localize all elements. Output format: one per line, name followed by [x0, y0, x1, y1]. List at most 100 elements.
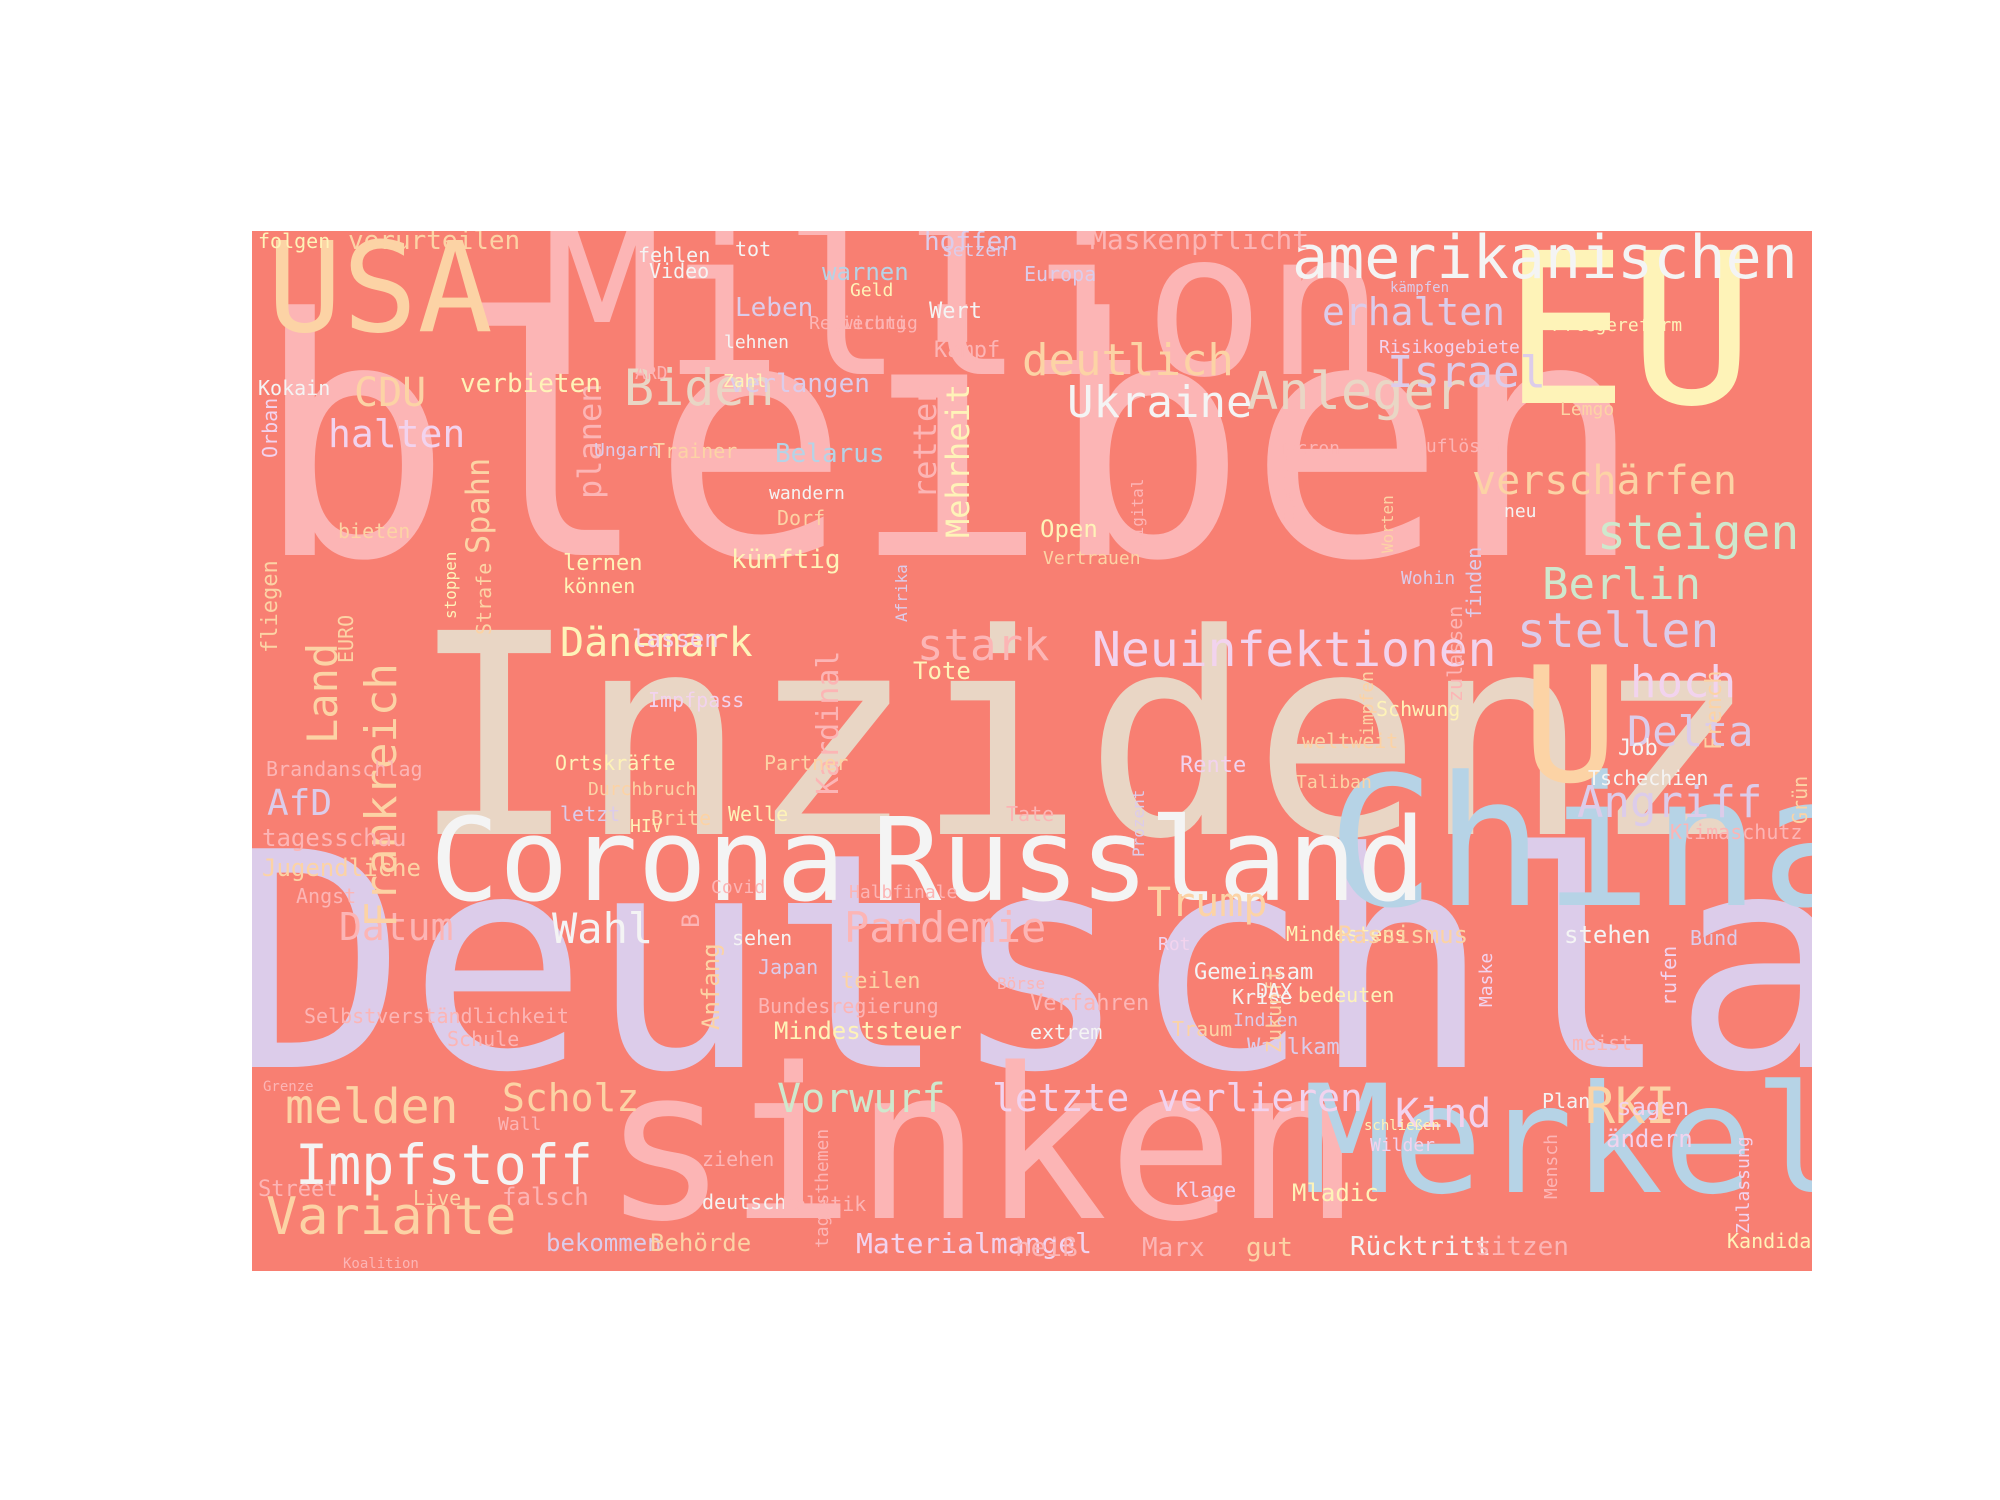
- cloud-word: tot: [735, 237, 772, 261]
- cloud-word: Worten: [1378, 494, 1397, 553]
- cloud-word: Welle: [728, 802, 789, 826]
- cloud-word: Street: [258, 1177, 338, 1202]
- cloud-word: wandern: [769, 483, 845, 504]
- cloud-word: künftig: [731, 545, 841, 575]
- cloud-word: folgen: [258, 231, 331, 253]
- cloud-word: bieten: [338, 519, 411, 543]
- cloud-word: Macron: [1275, 438, 1341, 459]
- cloud-word: Rot: [1158, 934, 1191, 955]
- cloud-word: Behörde: [650, 1229, 752, 1257]
- cloud-word: Orban: [258, 397, 282, 458]
- cloud-word: Neuinfektionen: [1092, 622, 1497, 678]
- cloud-word: Rassismus: [1338, 921, 1469, 949]
- cloud-word: Berlin: [1542, 559, 1701, 610]
- cloud-word: tagesschau: [262, 824, 407, 852]
- cloud-word: Mensch: [1541, 1133, 1562, 1199]
- cloud-word: Frankreich: [356, 663, 407, 928]
- cloud-word: Regierung: [809, 313, 907, 334]
- cloud-word: können: [563, 574, 636, 598]
- cloud-word: Wall: [498, 1114, 542, 1135]
- cloud-word: Europa: [1024, 262, 1097, 286]
- cloud-word: Vertrauen: [1043, 548, 1141, 569]
- cloud-word: stehen: [1564, 921, 1651, 949]
- cloud-word: rufen: [1657, 945, 1681, 1006]
- cloud-word: Tschechien: [1588, 766, 1709, 790]
- cloud-word: steigen: [1597, 505, 1800, 561]
- cloud-word: verurteilen: [348, 231, 521, 256]
- cloud-word: Jugendliche: [262, 854, 421, 882]
- cloud-word: impfen: [1357, 670, 1378, 736]
- cloud-word: Verfahren: [1030, 991, 1150, 1016]
- cloud-word: Geld: [850, 280, 894, 301]
- cloud-word: Dorf: [777, 506, 826, 530]
- cloud-word: zulassen: [1443, 605, 1467, 702]
- cloud-word: letzt: [560, 802, 621, 826]
- cloud-word: setzen: [942, 240, 1008, 261]
- cloud-word: neu: [1504, 501, 1537, 522]
- cloud-word: Prozent: [1129, 789, 1148, 858]
- cloud-word: Kampf: [934, 338, 1001, 363]
- cloud-word: lernen: [563, 551, 643, 576]
- cloud-word: verbieten: [460, 369, 601, 399]
- cloud-word: Anfang: [697, 943, 725, 1031]
- cloud-word: Ortskräfte: [555, 751, 676, 775]
- cloud-word: Zahl: [723, 371, 767, 392]
- cloud-word: CDU: [354, 370, 427, 416]
- cloud-word: Maskenpflicht: [1090, 231, 1310, 256]
- cloud-word: meist: [1572, 1031, 1633, 1055]
- cloud-word: lehnen: [724, 332, 790, 353]
- cloud-word: extrem: [1030, 1020, 1103, 1044]
- cloud-word: Ukraine: [1067, 377, 1253, 428]
- cloud-word: sagen: [1617, 1093, 1690, 1121]
- cloud-word: halten: [328, 412, 466, 456]
- cloud-word: Mladic: [1292, 1179, 1379, 1207]
- cloud-word: digital: [1128, 478, 1147, 547]
- cloud-word: erhalten: [1322, 290, 1506, 334]
- cloud-word: AfD: [267, 783, 333, 824]
- cloud-word: Gemeinsam: [1194, 960, 1314, 985]
- cloud-word: retten: [906, 383, 944, 500]
- cloud-word: Italien: [1280, 453, 1299, 522]
- cloud-word: Wert: [929, 299, 982, 324]
- cloud-word: Taliban: [1296, 772, 1372, 793]
- cloud-word: Ungarn: [594, 440, 660, 461]
- cloud-word: Rücktritt: [1350, 1232, 1491, 1262]
- cloud-word: Angst: [296, 884, 357, 908]
- cloud-word: Klage: [1176, 1178, 1237, 1202]
- cloud-word: Scholz: [502, 1076, 640, 1120]
- cloud-word: Vorwurf: [777, 1076, 946, 1122]
- cloud-word: ARD: [635, 363, 668, 384]
- cloud-word: bedeuten: [1298, 983, 1395, 1007]
- cloud-word: Koalition: [343, 1256, 419, 1271]
- cloud-word: Durchbruch: [588, 779, 697, 800]
- cloud-word: Wilder: [1370, 1135, 1436, 1156]
- cloud-word: Kandidat: [1727, 1229, 1812, 1253]
- cloud-word: Klimaschutz: [1670, 820, 1803, 844]
- cloud-word: sitzen: [1475, 1232, 1569, 1262]
- cloud-word: Halbfinale: [849, 882, 958, 903]
- cloud-word: stellen: [1517, 603, 1720, 659]
- cloud-word: Mindeststeuer: [774, 1017, 962, 1045]
- cloud-word: gut: [1246, 1233, 1293, 1263]
- cloud-word: Tote: [913, 657, 971, 685]
- cloud-word: lassen: [632, 625, 719, 653]
- cloud-word: Bund: [1690, 926, 1739, 950]
- word-cloud: bleibenInzidenzDeutschlandMillionsinkenC…: [252, 231, 1812, 1271]
- cloud-word: Zulassung: [1733, 1136, 1754, 1235]
- cloud-word: DAX: [1256, 979, 1293, 1003]
- cloud-word: Wohin: [1401, 568, 1456, 589]
- cloud-word: Open: [1040, 515, 1098, 543]
- cloud-word: fehlen: [638, 243, 711, 267]
- cloud-word: Job: [1618, 736, 1658, 761]
- cloud-word: heiß: [1015, 1233, 1078, 1263]
- cloud-word: Partner: [764, 751, 849, 775]
- cloud-word: letzte: [992, 1076, 1130, 1120]
- cloud-word: Selbstverständlichkeit: [304, 1004, 569, 1028]
- cloud-word: EURO: [334, 614, 358, 663]
- cloud-word: verschärfen: [1472, 458, 1737, 504]
- cloud-word: sehen: [732, 926, 793, 950]
- cloud-word: kämpfen: [1390, 280, 1450, 296]
- cloud-word: amerikanischen: [1292, 231, 1798, 293]
- cloud-word: Marx: [1142, 1233, 1205, 1263]
- cloud-word: Live: [413, 1186, 462, 1210]
